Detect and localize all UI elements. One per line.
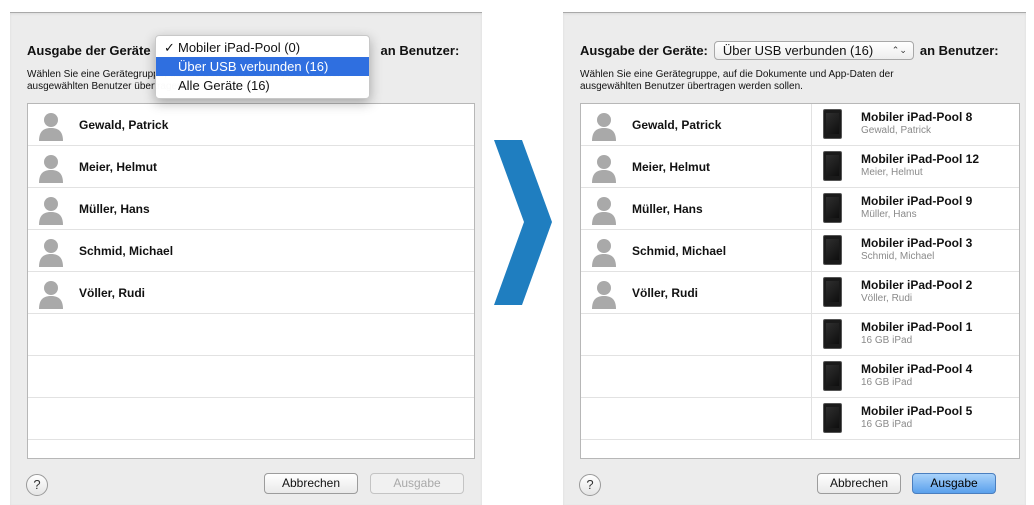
- table-row[interactable]: Mobiler iPad-Pool 1 16 GB iPad: [581, 314, 1019, 356]
- ipad-icon: [823, 277, 842, 307]
- ipad-icon: [823, 151, 842, 181]
- dialog-before: Ausgabe der Geräte an Benutzer: Wählen S…: [10, 12, 482, 505]
- heading-prefix: Ausgabe der Geräte: [27, 42, 151, 58]
- ipad-icon: [823, 235, 842, 265]
- device-subtitle: 16 GB iPad: [861, 377, 913, 388]
- table-row[interactable]: Meier, Helmut: [28, 146, 474, 188]
- user-name: Schmid, Michael: [632, 244, 727, 258]
- empty-row: [28, 356, 474, 398]
- table-row[interactable]: Schmid, Michael: [28, 230, 474, 272]
- user-avatar-icon: [592, 155, 616, 183]
- device-subtitle: 16 GB iPad: [861, 335, 913, 346]
- device-subtitle: Gewald, Patrick: [861, 125, 932, 136]
- user-avatar-icon: [39, 197, 63, 225]
- heading-suffix: an Benutzer:: [919, 42, 999, 58]
- cancel-button[interactable]: Abbrechen: [817, 473, 901, 494]
- ipad-icon: [823, 403, 842, 433]
- empty-row: [28, 398, 474, 440]
- user-avatar-icon: [39, 155, 63, 183]
- user-name: Schmid, Michael: [79, 244, 174, 258]
- ipad-icon: [823, 193, 842, 223]
- user-name: Völler, Rudi: [632, 286, 699, 300]
- user-avatar-icon: [39, 239, 63, 267]
- ipad-icon: [823, 109, 842, 139]
- user-avatar-icon: [592, 113, 616, 141]
- menu-item-usb-connected[interactable]: Über USB verbunden (16): [156, 57, 369, 76]
- help-button[interactable]: ?: [26, 474, 48, 496]
- device-name: Mobiler iPad-Pool 2: [861, 278, 973, 292]
- heading-prefix: Ausgabe der Geräte:: [580, 42, 708, 58]
- ipad-icon: [823, 361, 842, 391]
- device-group-menu[interactable]: ✓ Mobiler iPad-Pool (0) Über USB verbund…: [155, 35, 370, 99]
- device-subtitle: 16 GB iPad: [861, 419, 913, 430]
- output-button-disabled[interactable]: Ausgabe: [370, 473, 464, 494]
- device-subtitle: Müller, Hans: [861, 209, 917, 220]
- device-group-popup[interactable]: Über USB verbunden (16) ⌃⌄: [713, 40, 914, 60]
- ipad-icon: [823, 319, 842, 349]
- table-row[interactable]: Meier, Helmut Mobiler iPad-Pool 12 Meier…: [581, 146, 1019, 188]
- column-divider: [811, 188, 812, 229]
- table-row[interactable]: Gewald, Patrick Mobiler iPad-Pool 8 Gewa…: [581, 104, 1019, 146]
- table-row[interactable]: Müller, Hans: [28, 188, 474, 230]
- device-name: Mobiler iPad-Pool 9: [861, 194, 973, 208]
- user-avatar-icon: [39, 281, 63, 309]
- user-name: Meier, Helmut: [79, 160, 158, 174]
- menu-item-label: Mobiler iPad-Pool (0): [178, 40, 301, 55]
- cancel-button[interactable]: Abbrechen: [264, 473, 358, 494]
- device-subtitle: Schmid, Michael: [861, 251, 935, 262]
- device-name: Mobiler iPad-Pool 4: [861, 362, 973, 376]
- table-row[interactable]: Schmid, Michael Mobiler iPad-Pool 3 Schm…: [581, 230, 1019, 272]
- help-button[interactable]: ?: [579, 474, 601, 496]
- column-divider: [811, 356, 812, 397]
- menu-item-label: Über USB verbunden (16): [178, 59, 329, 74]
- device-name: Mobiler iPad-Pool 5: [861, 404, 973, 418]
- user-avatar-icon: [592, 197, 616, 225]
- column-divider: [811, 230, 812, 271]
- device-name: Mobiler iPad-Pool 3: [861, 236, 973, 250]
- user-name: Meier, Helmut: [632, 160, 711, 174]
- popup-value: Über USB verbunden (16): [722, 42, 874, 58]
- user-name: Gewald, Patrick: [632, 118, 722, 132]
- table-row[interactable]: Mobiler iPad-Pool 5 16 GB iPad: [581, 398, 1019, 440]
- user-list[interactable]: Gewald, Patrick Meier, Helmut Müller, Ha…: [27, 103, 475, 459]
- device-name: Mobiler iPad-Pool 1: [861, 320, 973, 334]
- chevron-right-icon: [494, 140, 552, 305]
- device-subtitle: Völler, Rudi: [861, 293, 913, 304]
- output-button[interactable]: Ausgabe: [912, 473, 996, 494]
- user-avatar-icon: [39, 113, 63, 141]
- table-row[interactable]: Müller, Hans Mobiler iPad-Pool 9 Müller,…: [581, 188, 1019, 230]
- table-row[interactable]: Völler, Rudi: [28, 272, 474, 314]
- table-row[interactable]: Gewald, Patrick: [28, 104, 474, 146]
- user-name: Völler, Rudi: [79, 286, 146, 300]
- user-avatar-icon: [592, 281, 616, 309]
- description-line2: ausgewählten Benutzer übertragen werden …: [580, 81, 803, 92]
- column-divider: [811, 272, 812, 313]
- checkmark-icon: ✓: [164, 40, 175, 55]
- device-subtitle: Meier, Helmut: [861, 167, 923, 178]
- user-name: Gewald, Patrick: [79, 118, 169, 132]
- heading-row: Ausgabe der Geräte: Über USB verbunden (…: [580, 39, 999, 61]
- column-divider: [811, 146, 812, 187]
- user-name: Müller, Hans: [79, 202, 150, 216]
- menu-item-ipad-pool[interactable]: ✓ Mobiler iPad-Pool (0): [156, 38, 369, 57]
- column-divider: [811, 104, 812, 145]
- empty-row: [28, 314, 474, 356]
- heading-suffix: an Benutzer:: [380, 42, 460, 58]
- description: Wählen Sie eine Gerätegruppe, auf die Do…: [580, 69, 1000, 93]
- menu-item-all-devices[interactable]: Alle Geräte (16): [156, 76, 369, 95]
- description-line1: Wählen Sie eine Gerätegruppe, auf die Do…: [580, 69, 894, 80]
- assignment-list[interactable]: Gewald, Patrick Mobiler iPad-Pool 8 Gewa…: [580, 103, 1020, 459]
- dialog-after: Ausgabe der Geräte: Über USB verbunden (…: [563, 12, 1026, 505]
- column-divider: [811, 314, 812, 355]
- table-row[interactable]: Mobiler iPad-Pool 4 16 GB iPad: [581, 356, 1019, 398]
- updown-arrows-icon: ⌃⌄: [891, 45, 907, 55]
- device-name: Mobiler iPad-Pool 8: [861, 110, 973, 124]
- menu-item-label: Alle Geräte (16): [178, 78, 270, 93]
- user-avatar-icon: [592, 239, 616, 267]
- column-divider: [811, 398, 812, 439]
- device-name: Mobiler iPad-Pool 12: [861, 152, 980, 166]
- table-row[interactable]: Völler, Rudi Mobiler iPad-Pool 2 Völler,…: [581, 272, 1019, 314]
- user-name: Müller, Hans: [632, 202, 703, 216]
